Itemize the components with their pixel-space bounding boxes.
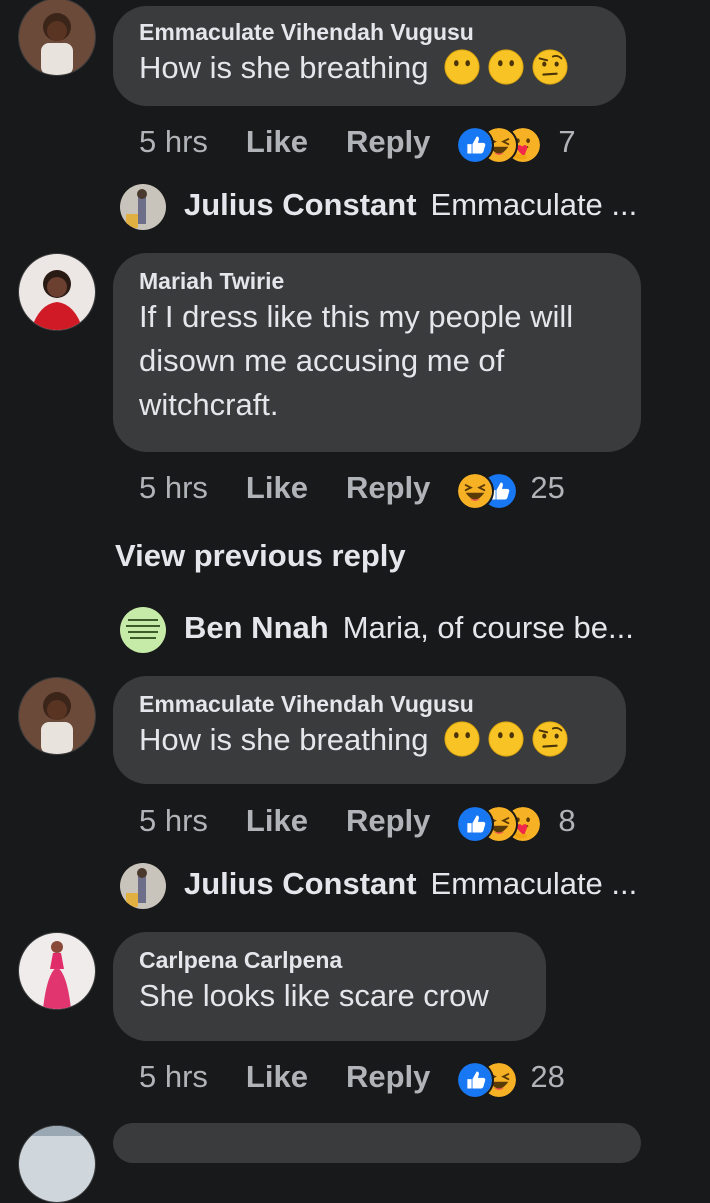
comment-bubble: Emmaculate Vihendah Vugusu How is she br… — [113, 6, 626, 106]
comment-text: How is she breathing — [139, 718, 600, 762]
comment-timestamp[interactable]: 5 hrs — [139, 124, 208, 159]
reply-author[interactable]: Ben Nnah — [184, 610, 329, 645]
reply-text: Maria, of course be... — [342, 610, 634, 645]
hushed-face-icon — [487, 720, 525, 758]
comment-text-line: If I dress like this my people will — [139, 299, 574, 334]
comment-text: How is she breathing — [139, 46, 600, 90]
like-button[interactable]: Like — [246, 803, 308, 838]
avatar[interactable] — [18, 677, 96, 755]
reaction-count: 28 — [530, 1059, 565, 1094]
reaction-count: 7 — [558, 124, 576, 159]
reaction-count: 8 — [558, 803, 576, 838]
reply-text: Emmaculate ... — [430, 866, 638, 901]
comment-bubble: Carlpena Carlpena She looks like scare c… — [113, 932, 546, 1041]
like-icon — [456, 125, 495, 164]
comment-actions: 5 hrs Like Reply 7 — [139, 122, 576, 164]
hushed-face-icon — [443, 48, 481, 86]
avatar[interactable] — [18, 932, 96, 1010]
comment-text-body: How is she breathing — [139, 722, 429, 757]
reply-button[interactable]: Reply — [346, 124, 430, 159]
raised-eyebrow-face-icon — [531, 720, 569, 758]
avatar — [120, 183, 166, 230]
avatar[interactable] — [18, 1125, 96, 1203]
like-button[interactable]: Like — [246, 124, 308, 159]
reply-preview[interactable]: Julius Constant Emmaculate ... — [120, 183, 637, 230]
comment-bubble: Mariah Twirie If I dress like this my pe… — [113, 253, 641, 452]
reply-author[interactable]: Julius Constant — [184, 187, 417, 222]
reaction-count: 25 — [530, 470, 565, 505]
comment-timestamp[interactable]: 5 hrs — [139, 470, 208, 505]
hushed-face-icon — [443, 720, 481, 758]
comment-author[interactable]: Emmaculate Vihendah Vugusu — [139, 18, 600, 46]
hushed-face-icon — [487, 48, 525, 86]
avatar[interactable] — [18, 0, 96, 76]
reaction-summary[interactable] — [456, 471, 520, 510]
comment-bubble — [113, 1123, 641, 1163]
like-icon — [456, 1060, 495, 1099]
reply-button[interactable]: Reply — [346, 1059, 430, 1094]
comment-text-line: disown me accusing me of — [139, 343, 505, 378]
comment-text-body: How is she breathing — [139, 50, 429, 85]
reply-button[interactable]: Reply — [346, 470, 430, 505]
comment-text-line: witchcraft. — [139, 387, 279, 422]
raised-eyebrow-face-icon — [531, 48, 569, 86]
comment-actions: 5 hrs Like Reply 28 — [139, 1057, 565, 1099]
comment-text: She looks like scare crow — [139, 978, 489, 1013]
avatar[interactable] — [18, 253, 96, 331]
reply-author[interactable]: Julius Constant — [184, 866, 417, 901]
like-icon — [456, 804, 495, 843]
reaction-summary[interactable] — [456, 1060, 520, 1099]
avatar — [120, 606, 166, 653]
reply-preview[interactable]: Julius Constant Emmaculate ... — [120, 862, 637, 909]
comment-author[interactable]: Carlpena Carlpena — [139, 946, 520, 974]
comment-timestamp[interactable]: 5 hrs — [139, 1059, 208, 1094]
view-previous-reply-link[interactable]: View previous reply — [115, 538, 406, 574]
reply-preview[interactable]: Ben Nnah Maria, of course be... — [120, 606, 634, 653]
haha-icon — [456, 471, 495, 510]
comment-author[interactable]: Emmaculate Vihendah Vugusu — [139, 690, 600, 718]
comment-author[interactable]: Mariah Twirie — [139, 267, 615, 295]
avatar — [120, 862, 166, 909]
comment-actions: 5 hrs Like Reply 25 — [139, 468, 565, 510]
like-button[interactable]: Like — [246, 470, 308, 505]
comment-actions: 5 hrs Like Reply 8 — [139, 801, 576, 843]
reaction-summary[interactable] — [456, 804, 548, 843]
comment-bubble: Emmaculate Vihendah Vugusu How is she br… — [113, 676, 626, 784]
comment-timestamp[interactable]: 5 hrs — [139, 803, 208, 838]
reply-text: Emmaculate ... — [430, 187, 638, 222]
like-button[interactable]: Like — [246, 1059, 308, 1094]
reaction-summary[interactable] — [456, 125, 548, 164]
reply-button[interactable]: Reply — [346, 803, 430, 838]
